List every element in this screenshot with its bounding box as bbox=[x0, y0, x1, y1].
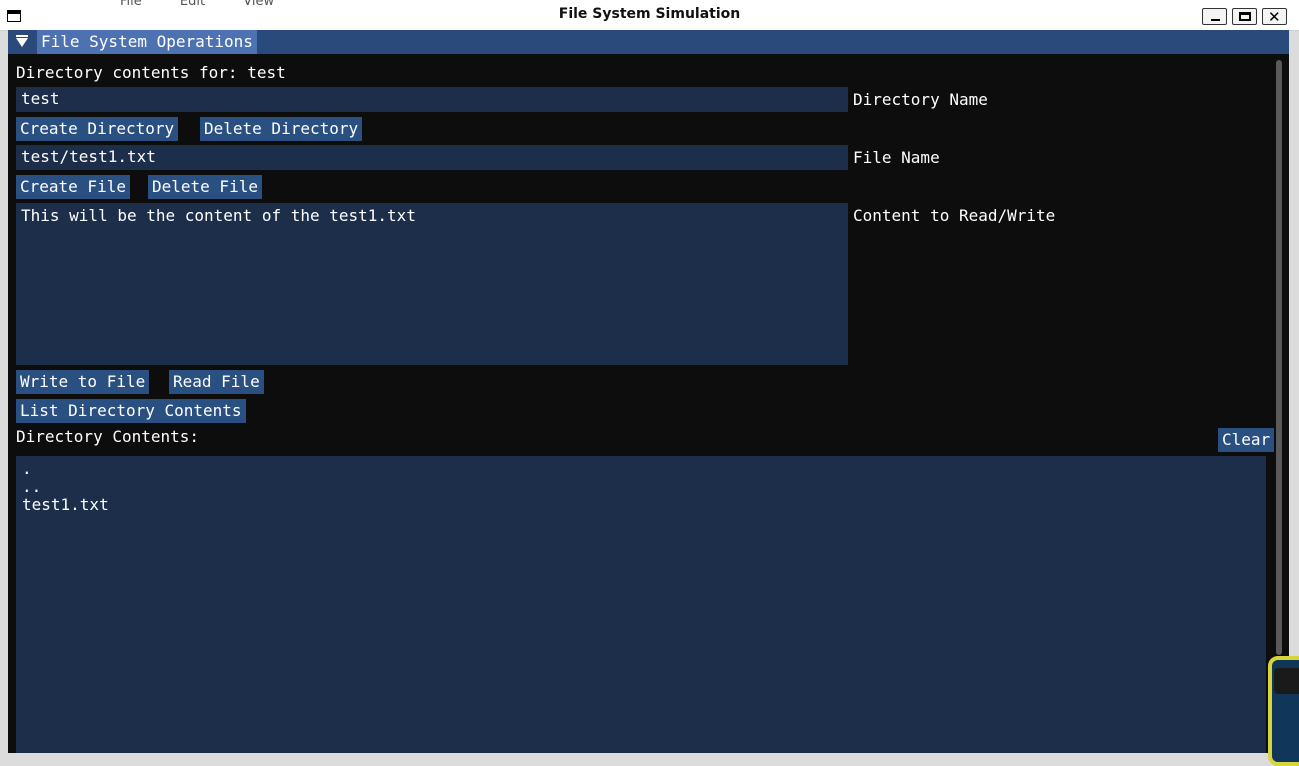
directory-contents-for-label: Directory contents for: test bbox=[16, 63, 286, 82]
file-name-input[interactable]: test/test1.txt bbox=[16, 145, 848, 170]
window-title: File System Simulation bbox=[558, 6, 741, 22]
delete-directory-button[interactable]: Delete Directory bbox=[200, 117, 363, 141]
title-bar: File Edit View File System Simulation ✕ bbox=[0, 0, 1299, 31]
collapse-arrow-icon[interactable] bbox=[16, 35, 28, 47]
list-directory-contents-button[interactable]: List Directory Contents bbox=[16, 399, 246, 423]
directory-name-input[interactable]: test bbox=[16, 87, 848, 112]
directory-name-label: Directory Name bbox=[853, 90, 988, 109]
panel-header[interactable]: File System Operations bbox=[8, 30, 1289, 54]
directory-contents-label: Directory Contents: bbox=[16, 427, 200, 446]
directory-contents-output[interactable]: . .. test1.txt bbox=[16, 456, 1266, 753]
scrollbar-thumb[interactable] bbox=[1276, 60, 1282, 655]
file-name-label: File Name bbox=[853, 148, 940, 167]
minimize-icon bbox=[1211, 19, 1220, 21]
panel-title: File System Operations bbox=[37, 30, 257, 54]
write-to-file-button[interactable]: Write to File bbox=[16, 370, 150, 394]
content-textarea[interactable]: This will be the content of the test1.tx… bbox=[16, 203, 848, 365]
imgui-client-area: File System Operations Directory content… bbox=[8, 30, 1289, 753]
read-file-button[interactable]: Read File bbox=[169, 370, 264, 394]
delete-file-button[interactable]: Delete File bbox=[148, 175, 262, 199]
list-item: . bbox=[22, 459, 32, 478]
list-item: test1.txt bbox=[22, 495, 109, 514]
create-directory-button[interactable]: Create Directory bbox=[16, 117, 179, 141]
clear-button[interactable]: Clear bbox=[1218, 428, 1275, 452]
minimize-button[interactable] bbox=[1202, 8, 1227, 25]
maximize-icon bbox=[1239, 12, 1251, 21]
list-item: .. bbox=[22, 477, 42, 496]
maximize-button[interactable] bbox=[1232, 8, 1257, 25]
content-label: Content to Read/Write bbox=[853, 206, 1056, 225]
create-file-button[interactable]: Create File bbox=[16, 175, 130, 199]
background-window-inner bbox=[1274, 668, 1299, 694]
close-button[interactable]: ✕ bbox=[1262, 8, 1287, 26]
close-icon: ✕ bbox=[1268, 8, 1281, 26]
